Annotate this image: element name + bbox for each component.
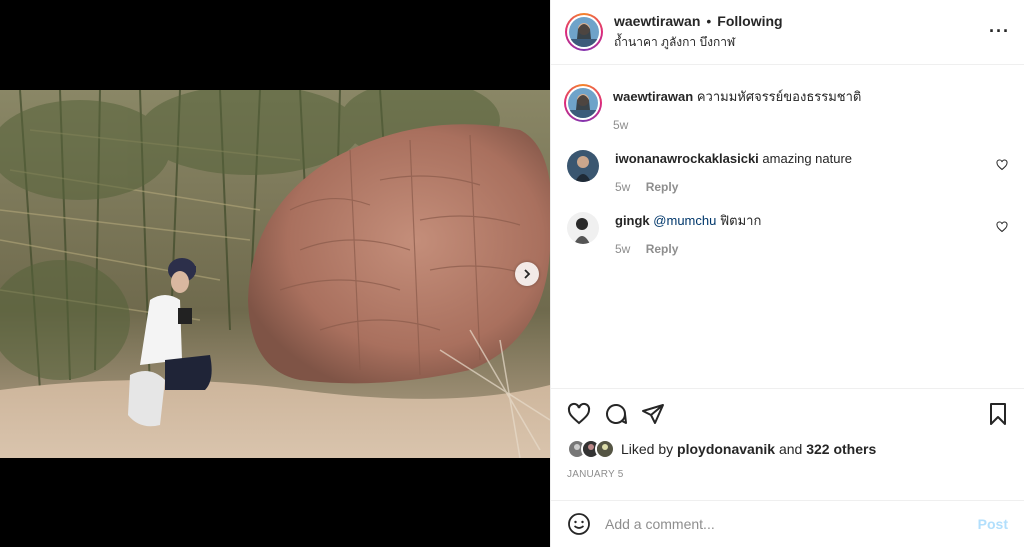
comment-like-button[interactable] [996, 220, 1008, 238]
heart-icon [567, 402, 591, 425]
separator-dot: • [706, 12, 712, 29]
caption-row: waewtirawan ความมหัศจรรย์ของธรรมชาติ 5w [564, 84, 1008, 134]
post-comment-button[interactable]: Post [978, 516, 1008, 532]
heart-icon [996, 159, 1008, 171]
next-image-button[interactable] [515, 262, 539, 286]
caption-text: ความมหัศจรรย์ของธรรมชาติ [696, 89, 862, 104]
like-button[interactable] [567, 402, 591, 426]
liked-by-prefix: Liked by [621, 441, 674, 457]
post-media [0, 0, 550, 547]
liked-by-others[interactable]: 322 others [806, 441, 876, 457]
commenter-username[interactable]: gingk [615, 213, 650, 228]
liked-by-and: and [778, 441, 803, 457]
caption-avatar[interactable] [564, 84, 602, 122]
comment-input[interactable] [605, 516, 978, 532]
smiley-icon [568, 513, 590, 535]
caption-time[interactable]: 5w [613, 118, 628, 132]
author-username[interactable]: waewtirawan [614, 13, 700, 29]
emoji-button[interactable] [567, 512, 591, 536]
chevron-right-icon [524, 269, 531, 279]
comment-time[interactable]: 5w [615, 180, 630, 194]
comment-text: ฟิตมาก [719, 213, 762, 228]
post-photo[interactable] [0, 90, 550, 458]
liked-by-user[interactable]: ploydonavanik [677, 441, 775, 457]
post-actions: Liked by ploydonavanik and 322 others JA… [551, 388, 1024, 500]
add-comment-bar: Post [551, 500, 1024, 547]
author-avatar[interactable] [565, 13, 603, 51]
liker-avatars[interactable] [567, 439, 615, 459]
comment-time[interactable]: 5w [615, 242, 630, 256]
heart-icon [996, 221, 1008, 233]
commenter-avatar[interactable] [567, 212, 599, 244]
post-detail-panel: waewtirawan • Following ถ้ำนาคา ภูลังกา … [550, 0, 1024, 547]
post-location[interactable]: ถ้ำนาคา ภูลังกา บึงกาฬ [614, 33, 783, 52]
commenter-avatar[interactable] [567, 150, 599, 182]
reply-button[interactable]: Reply [646, 180, 679, 194]
share-button[interactable] [641, 402, 665, 426]
caption-username[interactable]: waewtirawan [613, 89, 693, 104]
likes-summary: Liked by ploydonavanik and 322 others [567, 439, 1008, 459]
reply-button[interactable]: Reply [646, 242, 679, 256]
comment-text: amazing nature [762, 151, 853, 166]
commenter-username[interactable]: iwonanawrockaklasicki [615, 151, 759, 166]
comment-mention[interactable]: @mumchu [653, 213, 716, 228]
post-date[interactable]: JANUARY 5 [567, 469, 1008, 480]
comment-button[interactable] [604, 402, 628, 426]
more-icon[interactable]: ··· [989, 22, 1010, 40]
comment-bubble-icon [606, 404, 627, 424]
comment-row: gingk @mumchu ฟิตมาก 5w Reply [567, 212, 1008, 258]
comments-list: waewtirawan ความมหัศจรรย์ของธรรมชาติ 5w … [551, 66, 1024, 388]
save-button[interactable] [988, 402, 1008, 426]
bookmark-icon [990, 403, 1006, 425]
comment-row: iwonanawrockaklasicki amazing nature 5w … [567, 150, 1008, 196]
comment-like-button[interactable] [996, 158, 1008, 176]
post-header: waewtirawan • Following ถ้ำนาคา ภูลังกา … [551, 0, 1024, 65]
following-button[interactable]: Following [717, 13, 782, 29]
paper-plane-icon [642, 404, 664, 424]
